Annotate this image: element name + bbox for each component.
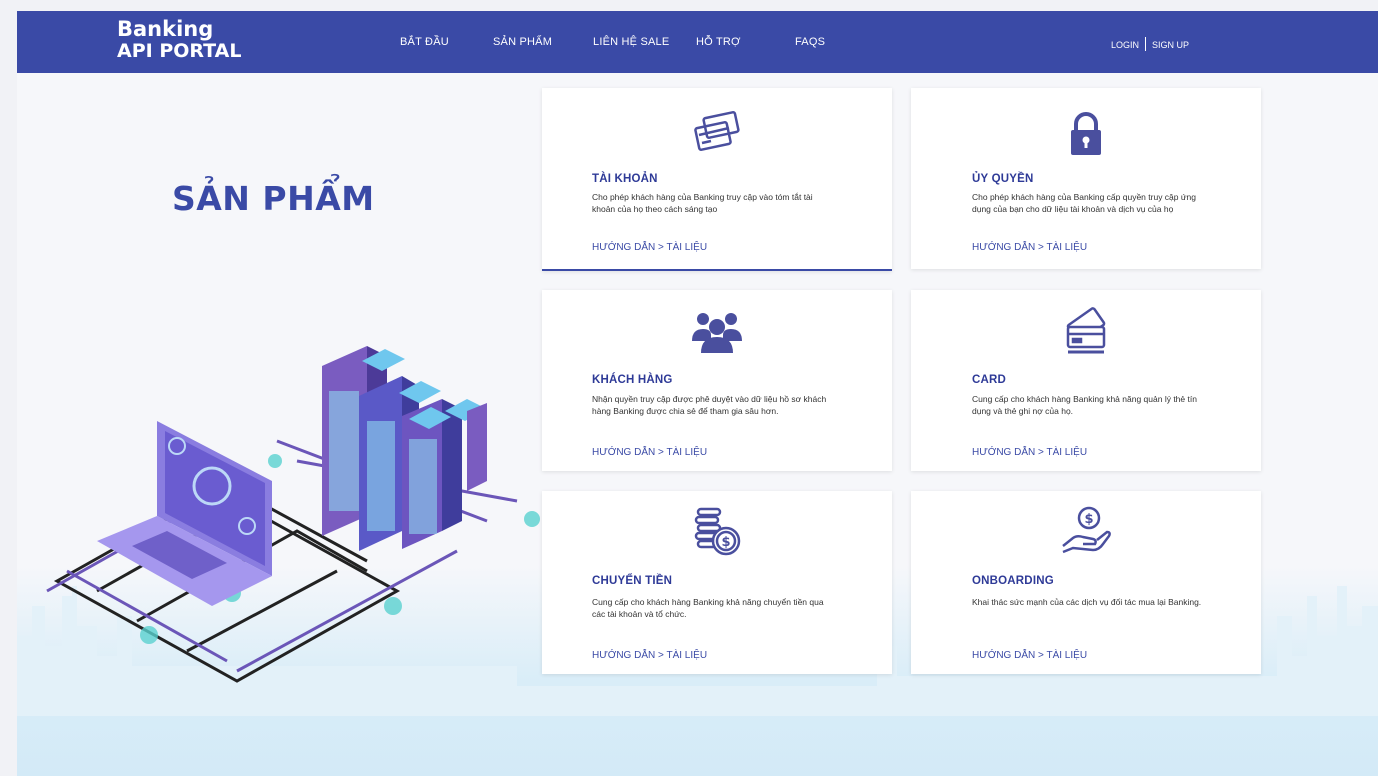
card-description: Cung cấp cho khách hàng Banking khả năng… bbox=[972, 394, 1197, 416]
card-title: ỦY QUYỀN bbox=[972, 173, 1034, 185]
card-title: TÀI KHOẢN bbox=[592, 173, 658, 185]
page: Banking API PORTAL BẮT ĐẦU SẢN PHẨM LIÊN… bbox=[17, 11, 1378, 776]
card-links: HƯỚNG DẪN > TÀI LIỆU bbox=[592, 650, 707, 661]
product-card-chuyen-tien[interactable]: $ CHUYỂN TIỀN Cung cấp cho khách hàng Ba… bbox=[542, 491, 892, 674]
guide-link[interactable]: HƯỚNG DẪN bbox=[592, 447, 655, 458]
product-card-onboarding[interactable]: $ ONBOARDING Khai thác sức mạnh của các … bbox=[911, 491, 1261, 674]
product-card-card[interactable]: CARD Cung cấp cho khách hàng Banking khả… bbox=[911, 290, 1261, 471]
credit-cards-icon bbox=[687, 108, 747, 160]
auth-links: LOGIN SIGN UP bbox=[1111, 37, 1189, 51]
product-card-uy-quyen[interactable]: ỦY QUYỀN Cho phép khách hàng của Banking… bbox=[911, 88, 1261, 269]
top-nav-bar: Banking API PORTAL BẮT ĐẦU SẢN PHẨM LIÊN… bbox=[17, 11, 1378, 73]
guide-link[interactable]: HƯỚNG DẪN bbox=[972, 447, 1035, 458]
card-links: HƯỚNG DẪN > TÀI LIỆU bbox=[592, 242, 707, 253]
product-card-khach-hang[interactable]: KHÁCH HÀNG Nhận quyền truy cập được phê … bbox=[542, 290, 892, 471]
signup-link[interactable]: SIGN UP bbox=[1152, 40, 1189, 50]
users-icon bbox=[687, 306, 747, 358]
nav-item-lien-he-sale[interactable]: LIÊN HỆ SALE bbox=[593, 36, 669, 48]
card-description: Cung cấp cho khách hàng Banking khả năng… bbox=[592, 597, 824, 619]
docs-link[interactable]: TÀI LIỆU bbox=[1046, 242, 1087, 253]
auth-divider bbox=[1145, 37, 1147, 51]
card-links: HƯỚNG DẪN > TÀI LIỆU bbox=[972, 447, 1087, 458]
separator: > bbox=[658, 650, 664, 661]
coins-icon: $ bbox=[687, 506, 747, 558]
separator: > bbox=[1038, 650, 1044, 661]
separator: > bbox=[1038, 242, 1044, 253]
brand-logo[interactable]: Banking API PORTAL bbox=[117, 18, 241, 62]
network-illustration bbox=[46, 346, 540, 683]
card-title: ONBOARDING bbox=[972, 575, 1054, 587]
card-icon bbox=[1056, 304, 1116, 356]
separator: > bbox=[1038, 447, 1044, 458]
separator: > bbox=[658, 242, 664, 253]
svg-text:$: $ bbox=[1084, 512, 1093, 527]
card-description: Cho phép khách hàng của Banking cấp quyề… bbox=[972, 192, 1197, 214]
separator: > bbox=[658, 447, 664, 458]
docs-link[interactable]: TÀI LIỆU bbox=[666, 650, 707, 661]
svg-text:$: $ bbox=[721, 535, 730, 550]
lock-icon bbox=[1056, 108, 1116, 160]
guide-link[interactable]: HƯỚNG DẪN bbox=[592, 650, 655, 661]
docs-link[interactable]: TÀI LIỆU bbox=[1046, 650, 1087, 661]
hand-money-icon: $ bbox=[1056, 505, 1116, 557]
card-title: KHÁCH HÀNG bbox=[592, 374, 673, 386]
nav-item-faqs[interactable]: FAQS bbox=[795, 36, 825, 48]
nav-item-bat-dau[interactable]: BẮT ĐẦU bbox=[400, 36, 449, 48]
nav-item-san-pham[interactable]: SẢN PHẨM bbox=[493, 36, 552, 48]
guide-link[interactable]: HƯỚNG DẪN bbox=[972, 242, 1035, 253]
card-description: Cho phép khách hàng của Banking truy cập… bbox=[592, 192, 813, 214]
page-title: SẢN PHẨM bbox=[172, 179, 375, 218]
product-card-tai-khoan[interactable]: TÀI KHOẢN Cho phép khách hàng của Bankin… bbox=[542, 88, 892, 271]
docs-link[interactable]: TÀI LIỆU bbox=[666, 242, 707, 253]
guide-link[interactable]: HƯỚNG DẪN bbox=[972, 650, 1035, 661]
guide-link[interactable]: HƯỚNG DẪN bbox=[592, 242, 655, 253]
brand-name: Banking bbox=[117, 17, 214, 41]
nav-item-ho-tro[interactable]: HỖ TRỢ bbox=[696, 36, 741, 48]
card-title: CARD bbox=[972, 374, 1007, 386]
card-links: HƯỚNG DẪN > TÀI LIỆU bbox=[972, 650, 1087, 661]
card-links: HƯỚNG DẪN > TÀI LIỆU bbox=[592, 447, 707, 458]
card-description: Nhận quyền truy cập được phê duyệt vào d… bbox=[592, 394, 827, 416]
card-links: HƯỚNG DẪN > TÀI LIỆU bbox=[972, 242, 1087, 253]
login-link[interactable]: LOGIN bbox=[1111, 40, 1139, 50]
docs-link[interactable]: TÀI LIỆU bbox=[666, 447, 707, 458]
card-title: CHUYỂN TIỀN bbox=[592, 575, 673, 587]
docs-link[interactable]: TÀI LIỆU bbox=[1046, 447, 1087, 458]
brand-subtitle: API PORTAL bbox=[117, 40, 242, 62]
card-description: Khai thác sức mạnh của các dịch vụ đối t… bbox=[972, 597, 1202, 607]
